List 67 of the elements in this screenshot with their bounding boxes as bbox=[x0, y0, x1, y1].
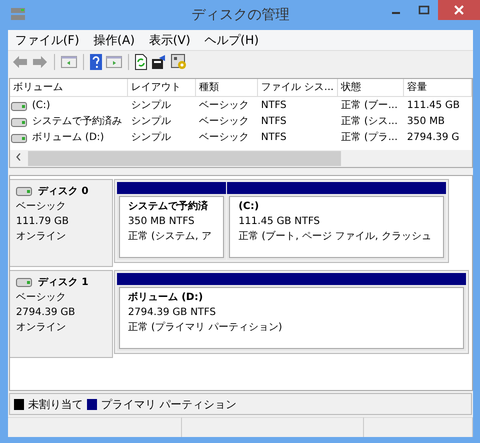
help-icon[interactable] bbox=[90, 54, 102, 70]
partition-block[interactable]: (C:) 111.45 GB NTFS 正常 (ブート, ページ ファイル, クラッシュ bbox=[227, 182, 446, 260]
table-cell-text: 正常 (プラ... bbox=[340, 130, 399, 145]
refresh-icon[interactable] bbox=[135, 54, 147, 70]
table-cell-text: NTFS bbox=[260, 99, 288, 113]
window-title: ディスクの管理 bbox=[192, 6, 290, 24]
disk-label-panel[interactable]: ディスク 0 ベーシック 111.79 GB オンライン bbox=[10, 179, 113, 267]
disk-size: 2794.39 GB bbox=[16, 306, 76, 320]
column-header[interactable]: 容量 bbox=[404, 79, 472, 97]
column-header[interactable]: ファイル シス... bbox=[258, 79, 338, 97]
table-cell-text: シンプル bbox=[130, 114, 172, 129]
disk-size: 111.79 GB bbox=[16, 215, 70, 229]
partition-name: (C:) bbox=[238, 200, 260, 214]
disk-management-icon bbox=[10, 7, 26, 21]
column-header[interactable]: レイアウト bbox=[128, 79, 196, 97]
partition-detail: 111.45 GB NTFS bbox=[238, 215, 321, 229]
menu-item[interactable]: 操作(A) bbox=[93, 32, 135, 48]
partition-block[interactable]: ボリューム (D:) 2794.39 GB NTFS 正常 (プライマリ パーティション) bbox=[117, 273, 466, 351]
legend-label: プライマリ パーティション bbox=[101, 396, 236, 412]
table-cell-text: 2794.39 G bbox=[406, 131, 460, 145]
disk-label-panel[interactable]: ディスク 1 ベーシック 2794.39 GB オンライン bbox=[10, 270, 113, 358]
drive-icon bbox=[11, 102, 27, 110]
table-cell-text: 350 MB bbox=[406, 115, 446, 129]
column-header[interactable]: ボリューム bbox=[10, 79, 128, 97]
scroll-left-icon[interactable] bbox=[16, 153, 21, 161]
column-header[interactable]: 状態 bbox=[338, 79, 404, 97]
disk-status: オンライン bbox=[16, 230, 67, 244]
maximize-icon bbox=[418, 5, 430, 15]
partition-status: 正常 (ブート, ページ ファイル, クラッシュ bbox=[238, 230, 432, 244]
table-cell-text: 正常 (シス... bbox=[340, 114, 399, 129]
partition-detail: 2794.39 GB NTFS bbox=[128, 306, 217, 320]
partition-status: 正常 (プライマリ パーティション) bbox=[128, 320, 284, 335]
table-cell-text: ベーシック bbox=[198, 115, 250, 129]
disk-status: オンライン bbox=[16, 321, 67, 335]
table-cell-text: 正常 (ブー... bbox=[340, 98, 399, 113]
table-cell-text: (C:) bbox=[31, 99, 50, 113]
drive-icon bbox=[11, 118, 27, 126]
partition-name: ボリューム (D:) bbox=[128, 291, 204, 305]
horizontal-scrollbar[interactable] bbox=[10, 150, 472, 167]
close-button[interactable] bbox=[438, 0, 480, 20]
disk-type: ベーシック bbox=[16, 291, 67, 305]
menu-item[interactable]: 表示(V) bbox=[148, 32, 190, 48]
table-cell-text: ベーシック bbox=[198, 131, 250, 145]
table-cell-text: ベーシック bbox=[198, 99, 250, 113]
table-cell-text: ボリューム (D:) bbox=[31, 131, 104, 145]
drive-icon bbox=[11, 134, 27, 142]
partition-name: システムで予約済 bbox=[128, 199, 209, 214]
close-icon bbox=[454, 5, 464, 15]
minimize-icon bbox=[392, 12, 400, 14]
settings-icon[interactable] bbox=[171, 54, 187, 70]
table-cell-text: NTFS bbox=[260, 115, 288, 129]
properties-icon[interactable] bbox=[151, 54, 167, 70]
column-header[interactable]: 種類 bbox=[196, 79, 258, 97]
table-cell-text: NTFS bbox=[260, 131, 288, 145]
table-cell-text: シンプル bbox=[130, 130, 172, 145]
legend-label: 未割り当て bbox=[28, 396, 83, 412]
disk-name: ディスク 1 bbox=[38, 276, 88, 290]
disk-type: ベーシック bbox=[16, 200, 67, 214]
partition-detail: 350 MB NTFS bbox=[128, 215, 196, 229]
partition-block[interactable]: システムで予約済 350 MB NTFS 正常 (システム, ア bbox=[117, 182, 226, 260]
disk-name: ディスク 0 bbox=[38, 185, 88, 199]
partition-status: 正常 (システム, ア bbox=[128, 230, 212, 244]
menu-item[interactable]: ファイル(F) bbox=[15, 32, 80, 48]
menu-item[interactable]: ヘルプ(H) bbox=[204, 32, 259, 48]
table-cell-text: システムで予約済み bbox=[31, 114, 122, 129]
table-cell-text: シンプル bbox=[130, 98, 172, 113]
table-cell-text: 111.45 GB bbox=[406, 99, 461, 113]
